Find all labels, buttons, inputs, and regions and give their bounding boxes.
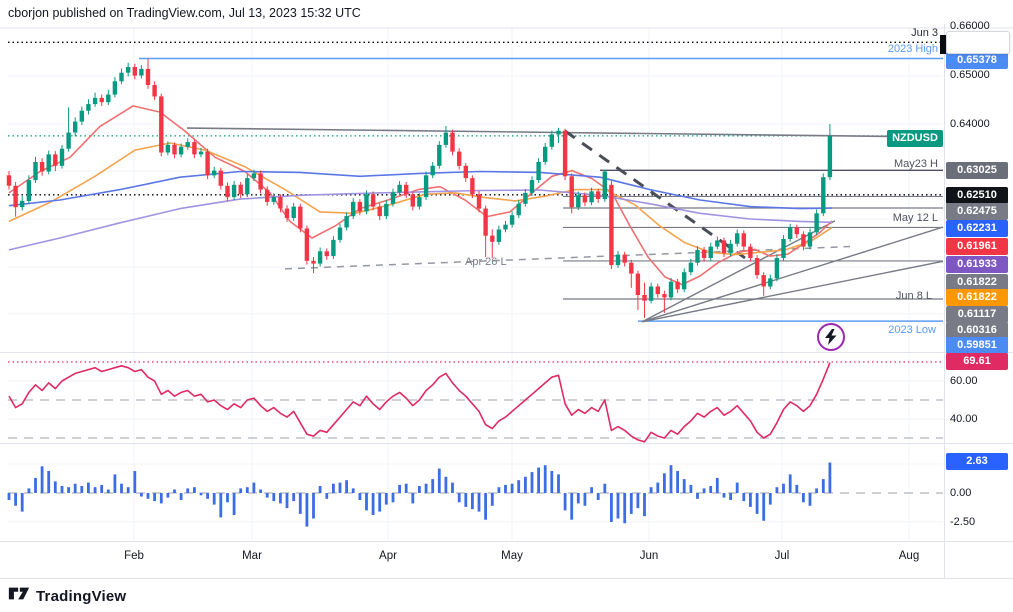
price-badge: 0.61822 — [946, 274, 1008, 291]
time-axis-label: Aug — [899, 550, 919, 562]
price-axis-label: 60.00 — [950, 375, 978, 387]
price-badge: 0.62231 — [946, 220, 1008, 237]
price-badge: 0.62475 — [946, 203, 1008, 220]
price-badge: 0.60316 — [946, 322, 1008, 339]
time-axis-label: Jul — [775, 550, 790, 562]
price-axis-label: 0.00 — [950, 487, 971, 499]
price-badge: 2.63 — [946, 453, 1008, 470]
price-badge: 0.61117 — [946, 306, 1008, 323]
price-axis-label: -2.50 — [950, 516, 975, 528]
price-badge: 69.61 — [946, 353, 1008, 370]
price-badge: 0.61961 — [946, 238, 1008, 255]
chart-annotation: May 12 L — [893, 212, 938, 224]
time-axis-label: Jun — [640, 550, 659, 562]
time-axis-label: May — [501, 550, 523, 562]
last-candle-axis-mark — [940, 35, 946, 54]
price-badge: 0.62510 — [946, 187, 1008, 204]
price-axis-label: 40.00 — [950, 413, 978, 425]
lightning-icon — [817, 323, 845, 351]
tradingview-brand[interactable]: TradingView — [36, 588, 126, 605]
price-badge: 0.61822 — [946, 289, 1008, 306]
chart-annotation: Apr 26 L — [465, 256, 507, 268]
price-badge: 0.59851 — [946, 337, 1008, 354]
price-tooltip-box — [946, 31, 1010, 54]
tradingview-published-chart: cborjon published on TradingView.com, Ju… — [0, 0, 1013, 612]
tradingview-logo-icon[interactable] — [8, 585, 30, 607]
chart-annotation: 2023 Low — [888, 324, 936, 336]
chart-annotation: Jun 8 L — [896, 290, 932, 302]
price-axis-label: 0.64000 — [950, 118, 990, 130]
footer: TradingView — [8, 585, 126, 607]
price-badge: 0.65378 — [946, 52, 1008, 69]
chart-canvas[interactable] — [0, 0, 1013, 612]
price-axis-label: 0.65000 — [950, 69, 990, 81]
time-axis-label: Apr — [379, 550, 397, 562]
time-axis-label: Mar — [242, 550, 262, 562]
chart-annotation: 2023 High — [888, 43, 938, 55]
price-badge: 0.63025 — [946, 162, 1008, 179]
time-axis-label: Feb — [124, 550, 144, 562]
price-badge: NZDUSD — [887, 130, 943, 147]
chart-annotation: May23 H — [894, 158, 938, 170]
price-badge: 0.61933 — [946, 256, 1008, 273]
chart-annotation: Jun 3 — [911, 27, 938, 39]
